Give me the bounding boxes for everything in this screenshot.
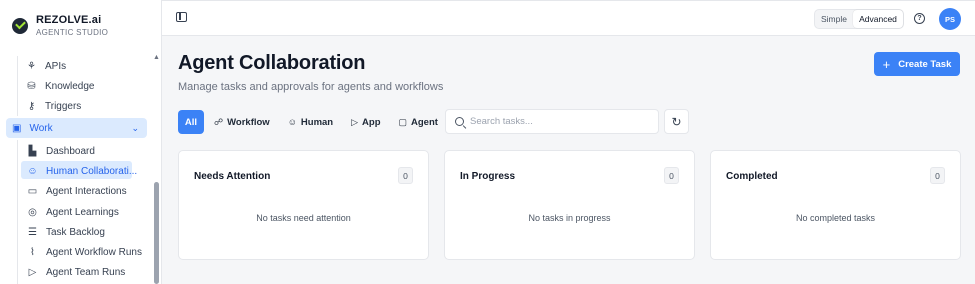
create-task-button[interactable]: + Create Task xyxy=(874,52,960,76)
column-title: Completed xyxy=(726,171,778,182)
sidebar-item-label: Agent Team Runs xyxy=(46,267,126,279)
filter-label: All xyxy=(184,116,198,128)
sidebar-group-label: Work xyxy=(29,122,53,134)
filter-label: App xyxy=(362,116,381,128)
brand-logo-icon xyxy=(12,18,28,34)
refresh-button[interactable]: ↻ xyxy=(664,109,689,134)
column-title: In Progress xyxy=(460,171,516,182)
message-icon: ▭ xyxy=(27,186,38,198)
filter-label: Agent xyxy=(411,116,438,128)
column-title: Needs Attention xyxy=(194,171,271,182)
mode-advanced-button[interactable]: Advanced xyxy=(853,10,903,28)
top-bar: Simple Advanced ? PS xyxy=(162,0,975,36)
brand-subtitle: AGENTIC STUDIO xyxy=(36,28,109,37)
sidebar-item-human-collaboration[interactable]: ☺ Human Collaborati... xyxy=(0,161,150,181)
users-icon: ☺ xyxy=(27,165,38,177)
main-content: Agent Collaboration Manage tasks and app… xyxy=(162,36,975,284)
help-icon[interactable]: ? xyxy=(914,13,925,24)
avatar[interactable]: PS xyxy=(939,8,961,30)
column-empty-text: No tasks in progress xyxy=(528,213,611,223)
create-task-label: Create Task xyxy=(898,58,952,70)
activity-icon: ⌇ xyxy=(30,247,35,259)
brand[interactable]: REZOLVE.ai AGENTIC STUDIO xyxy=(12,14,108,37)
filter-agent[interactable]: ▢ Agent xyxy=(391,110,446,134)
column-count-badge: 0 xyxy=(398,167,413,184)
sidebar-subnav: ▙ Dashboard ☺ Human Collaborati... ▭ Age… xyxy=(0,141,150,283)
sidebar-item-label: Triggers xyxy=(45,100,82,112)
filter-app[interactable]: ▷ App xyxy=(343,110,388,134)
search-placeholder: Search tasks... xyxy=(470,116,533,127)
chevron-down-icon[interactable]: ⌄ xyxy=(131,123,139,134)
sidebar: REZOLVE.ai AGENTIC STUDIO ⚘ APIs ⛁ Knowl… xyxy=(0,0,162,284)
scroll-up-arrow-icon[interactable]: ▲ xyxy=(153,54,160,61)
sidebar-scrollbar[interactable] xyxy=(154,182,159,284)
sidebar-item-triggers[interactable]: ⚷ Triggers xyxy=(0,96,150,116)
refresh-icon: ↻ xyxy=(671,114,682,129)
sidebar-item-agent-workflow-runs[interactable]: ⌇ Agent Workflow Runs xyxy=(0,242,150,262)
sidebar-item-label: Agent Workflow Runs xyxy=(46,247,142,259)
page-subtitle: Manage tasks and approvals for agents an… xyxy=(178,81,444,93)
sidebar-item-label: Task Backlog xyxy=(46,226,105,238)
column-empty-text: No tasks need attention xyxy=(256,213,351,223)
sidebar-item-label: Agent Interactions xyxy=(46,186,127,198)
sidebar-item-task-backlog[interactable]: ☰ Task Backlog xyxy=(0,222,150,242)
sidebar-group-work[interactable]: ▣ Work ⌄ xyxy=(6,118,147,138)
column-count-badge: 0 xyxy=(930,167,945,184)
filter-bar: All ☍ Workflow ☺ Human ▷ App ▢ Agent xyxy=(178,110,448,134)
bot-icon: ▢ xyxy=(398,116,408,127)
checklist-icon: ☰ xyxy=(28,226,37,238)
sidebar-item-dashboard[interactable]: ▙ Dashboard xyxy=(0,141,150,161)
user-icon: ☺ xyxy=(287,117,297,127)
column-needs-attention: Needs Attention 0 No tasks need attentio… xyxy=(178,150,429,260)
brain-icon: ◎ xyxy=(28,206,37,218)
column-completed: Completed 0 No completed tasks xyxy=(710,150,961,260)
briefcase-icon: ▣ xyxy=(12,122,22,134)
sidebar-item-agent-team-runs[interactable]: ▷ Agent Team Runs xyxy=(0,263,150,283)
search-input[interactable]: Search tasks... xyxy=(445,109,659,134)
sidebar-toggle-icon[interactable] xyxy=(176,12,187,22)
column-count-badge: 0 xyxy=(664,167,679,184)
plus-icon: + xyxy=(882,56,891,72)
sidebar-item-label: Knowledge xyxy=(45,80,95,92)
filter-human[interactable]: ☺ Human xyxy=(280,110,341,134)
mode-simple-button[interactable]: Simple xyxy=(815,10,853,28)
api-icon: ⚘ xyxy=(27,60,36,72)
search-icon xyxy=(455,117,464,126)
filter-label: Workflow xyxy=(227,116,270,128)
sidebar-item-agent-interactions[interactable]: ▭ Agent Interactions xyxy=(0,182,150,202)
mode-switch: Simple Advanced xyxy=(814,9,904,29)
sidebar-item-label: Dashboard xyxy=(46,145,95,157)
column-in-progress: In Progress 0 No tasks in progress xyxy=(444,150,695,260)
brand-name: REZOLVE.ai xyxy=(36,14,102,26)
filter-label: Human xyxy=(300,116,334,128)
filter-all[interactable]: All xyxy=(178,110,204,134)
column-empty-text: No completed tasks xyxy=(795,213,876,223)
workflow-icon: ☍ xyxy=(214,116,224,127)
database-icon: ⛁ xyxy=(27,80,36,92)
sidebar-item-agent-learnings[interactable]: ◎ Agent Learnings xyxy=(0,202,150,222)
sidebar-item-knowledge[interactable]: ⛁ Knowledge xyxy=(0,76,150,96)
sidebar-item-label: APIs xyxy=(45,60,67,72)
sidebar-item-label: Human Collaborati... xyxy=(46,165,138,177)
play-icon: ▷ xyxy=(28,267,37,279)
key-icon: ⚷ xyxy=(27,100,36,112)
play-icon: ▷ xyxy=(351,116,359,127)
sidebar-nav: ⚘ APIs ⛁ Knowledge ⚷ Triggers ▣ Work ⌄ ▙… xyxy=(0,56,150,283)
sidebar-item-label: Agent Learnings xyxy=(46,206,119,218)
filter-workflow[interactable]: ☍ Workflow xyxy=(206,110,278,134)
page-title: Agent Collaboration xyxy=(178,52,366,74)
bar-chart-icon: ▙ xyxy=(28,145,37,157)
sidebar-item-apis[interactable]: ⚘ APIs xyxy=(0,56,150,76)
